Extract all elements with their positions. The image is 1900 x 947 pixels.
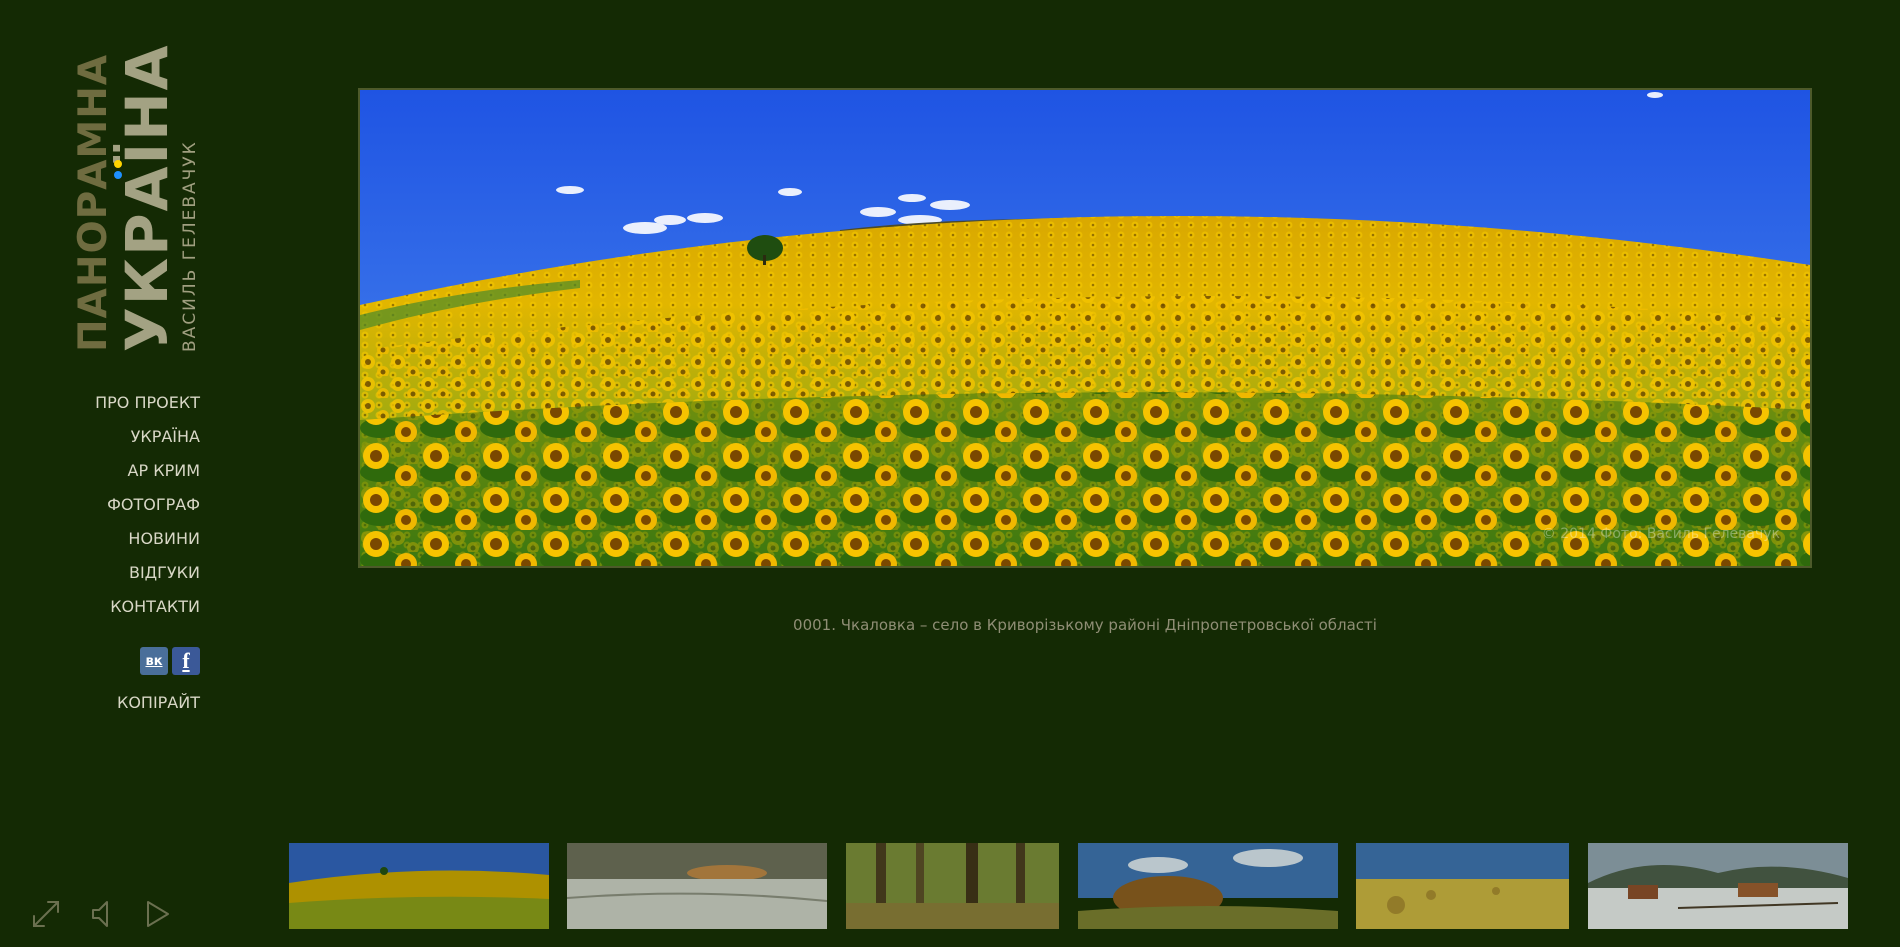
thumbnail-hay-bales[interactable] <box>1356 843 1569 929</box>
thumbnail-sunflower-field[interactable] <box>289 843 549 929</box>
nav-item-news[interactable]: НОВИНИ <box>95 528 200 562</box>
flag-dot-blue <box>114 171 122 179</box>
thumbnail-snowy-village[interactable] <box>1588 843 1848 929</box>
nav-item-photographer[interactable]: ФОТОГРАФ <box>95 494 200 528</box>
nav-item-contacts[interactable]: КОНТАКТИ <box>95 596 200 630</box>
site-logo[interactable]: ПАНОРАМНА УКРАЇНА ВАСИЛЬ ГЕЛЕВАЧУК <box>70 43 210 360</box>
flag-dot-yellow <box>114 160 122 168</box>
sunflower-panorama-image <box>360 90 1810 566</box>
volume-icon[interactable] <box>83 896 119 932</box>
main-photo[interactable]: © 2014 Фото: Василь Гелевачук <box>358 88 1812 568</box>
play-icon[interactable] <box>138 896 174 932</box>
main-nav: ПРО ПРОЕКТ УКРАЇНА АР КРИМ ФОТОГРАФ НОВИ… <box>95 392 200 630</box>
logo-line-2: УКРАЇНА <box>113 43 181 352</box>
copyright-link[interactable]: КОПІРАЙТ <box>117 692 200 714</box>
logo-line-1: ПАНОРАМНА <box>71 53 116 352</box>
nav-item-ukraine[interactable]: УКРАЇНА <box>95 426 200 460</box>
thumbnail-autumn-trees[interactable] <box>1078 843 1338 929</box>
thumbnail-winter-sunset[interactable] <box>567 843 827 929</box>
photo-watermark: © 2014 Фото: Василь Гелевачук <box>1541 526 1780 542</box>
logo-author: ВАСИЛЬ ГЕЛЕВАЧУК <box>180 140 200 352</box>
vk-icon[interactable]: вк <box>140 647 168 675</box>
page: ПАНОРАМНА УКРАЇНА ВАСИЛЬ ГЕЛЕВАЧУК ПРО П… <box>0 0 1900 947</box>
thumbnail-forest[interactable] <box>846 843 1059 929</box>
nav-item-reviews[interactable]: ВІДГУКИ <box>95 562 200 596</box>
photo-caption: 0001. Чкаловка – село в Криворізькому ра… <box>793 616 1377 634</box>
social-links: вк f <box>140 647 200 675</box>
fullscreen-icon[interactable] <box>28 896 64 932</box>
facebook-icon[interactable]: f <box>172 647 200 675</box>
nav-item-crimea[interactable]: АР КРИМ <box>95 460 200 494</box>
nav-item-about[interactable]: ПРО ПРОЕКТ <box>95 392 200 426</box>
